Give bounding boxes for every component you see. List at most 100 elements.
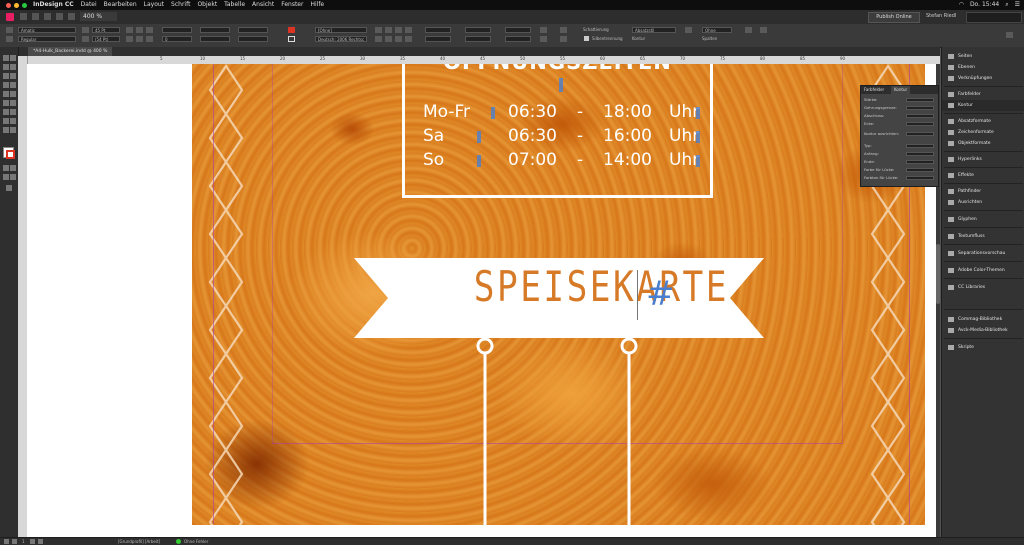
- menu-objekt[interactable]: Objekt: [197, 0, 217, 10]
- clock[interactable]: Do. 15:44: [970, 0, 999, 10]
- menu-ansicht[interactable]: Ansicht: [252, 0, 274, 10]
- control-panel-menu-icon[interactable]: [1006, 32, 1013, 38]
- speisekarte-title[interactable]: SPEISEKARTE: [474, 262, 727, 311]
- hyphenation-checkbox[interactable]: [584, 36, 589, 41]
- screen-mode-tool-icon[interactable]: [6, 185, 12, 191]
- zoom-tool-icon[interactable]: [10, 127, 16, 133]
- panel-swatches[interactable]: Farbfelder: [942, 89, 1024, 100]
- justify-icon[interactable]: [405, 27, 412, 33]
- arrange-documents-icon[interactable]: [68, 13, 75, 20]
- hours-row-saturday[interactable]: Sa 06:30 - 16:00 Uhr: [423, 126, 713, 148]
- drop-cap-chars-icon[interactable]: [540, 36, 547, 42]
- corner-buttons[interactable]: [906, 122, 934, 126]
- end-select[interactable]: [906, 160, 934, 164]
- first-page-icon[interactable]: [4, 539, 9, 544]
- direct-selection-tool-icon[interactable]: [10, 55, 16, 61]
- superscript-icon[interactable]: [136, 27, 143, 33]
- minibridge-icon[interactable]: [32, 13, 39, 20]
- gap-tint-input[interactable]: [906, 176, 934, 180]
- last-line-indent-input[interactable]: [465, 36, 491, 42]
- hand-tool-icon[interactable]: [3, 127, 9, 133]
- zoom-window-button[interactable]: [22, 2, 27, 8]
- panel-links[interactable]: Verknüpfungen: [942, 73, 1024, 84]
- content-collector-icon[interactable]: [3, 73, 9, 79]
- panel-hyperlinks[interactable]: Hyperlinks: [942, 154, 1024, 165]
- previous-page-icon[interactable]: [12, 539, 17, 544]
- paragraph-style-select[interactable]: Absatzstil: [632, 27, 676, 33]
- panel-effects[interactable]: Effekte: [942, 170, 1024, 181]
- menu-bearbeiten[interactable]: Bearbeiten: [104, 0, 137, 10]
- numbered-list-icon[interactable]: [560, 36, 567, 42]
- left-indent-input[interactable]: [425, 27, 451, 33]
- bullet-list-icon[interactable]: [560, 27, 567, 33]
- panel-glyphs[interactable]: Glyphen: [942, 214, 1024, 225]
- grid-align-icon[interactable]: [745, 27, 752, 33]
- tab-swatches[interactable]: Farbfelder: [861, 86, 887, 94]
- span-columns-icon[interactable]: [760, 27, 767, 33]
- all-caps-icon[interactable]: [126, 27, 133, 33]
- start-select[interactable]: [906, 152, 934, 156]
- document-tab[interactable]: *A4-Hulk_Backerei.indd @ 400 %: [28, 47, 113, 56]
- view-options-icon[interactable]: [44, 13, 51, 20]
- last-page-icon[interactable]: [38, 539, 43, 544]
- miter-limit-input[interactable]: [906, 106, 934, 110]
- align-stroke-buttons[interactable]: [906, 132, 934, 136]
- menu-list-icon[interactable]: ☰: [1015, 0, 1020, 10]
- panel-layers[interactable]: Ebenen: [942, 62, 1024, 73]
- language-select[interactable]: Deutsch: 2006 Rechtsc: [315, 36, 367, 42]
- menu-hilfe[interactable]: Hilfe: [310, 0, 324, 10]
- cap-buttons[interactable]: [906, 114, 934, 118]
- type-tool-icon[interactable]: [10, 73, 16, 79]
- apply-color-icon[interactable]: [3, 174, 9, 180]
- tab-stroke[interactable]: Kontur: [891, 86, 911, 94]
- panel-commag-library[interactable]: Commag-Bibliothek: [942, 314, 1024, 325]
- gap-tool-icon[interactable]: [10, 64, 16, 70]
- menu-datei[interactable]: Datei: [81, 0, 97, 10]
- strikethrough-icon[interactable]: [146, 36, 153, 42]
- line-tool-icon[interactable]: [3, 82, 9, 88]
- panel-avck-media-library[interactable]: Avck-Media-Bibliothek: [942, 325, 1024, 336]
- drop-cap-lines-icon[interactable]: [540, 27, 547, 33]
- panel-pages[interactable]: Seiten: [942, 51, 1024, 62]
- free-transform-tool-icon[interactable]: [3, 109, 9, 115]
- columns-icon[interactable]: [685, 27, 692, 33]
- formatting-text-icon[interactable]: [10, 165, 16, 171]
- selection-tool-icon[interactable]: [3, 55, 9, 61]
- small-caps-icon[interactable]: [126, 36, 133, 42]
- skew-input[interactable]: [238, 36, 268, 42]
- zoom-level-select[interactable]: 400 %: [80, 12, 117, 21]
- pen-tool-icon[interactable]: [10, 82, 16, 88]
- space-before-input[interactable]: [505, 27, 531, 33]
- gradient-tool-icon[interactable]: [10, 109, 16, 115]
- stroke-swatch[interactable]: [6, 150, 15, 159]
- app-menu[interactable]: InDesign CC: [33, 0, 74, 10]
- horizontal-scale-input[interactable]: [200, 36, 230, 42]
- search-icon[interactable]: ⌕: [1005, 0, 1008, 10]
- screen-mode-icon[interactable]: [56, 13, 63, 20]
- character-formatting-icon[interactable]: [6, 27, 13, 33]
- page-tool-icon[interactable]: [3, 64, 9, 70]
- wifi-icon[interactable]: ◠: [959, 0, 964, 10]
- rectangle-frame-tool-icon[interactable]: [10, 91, 16, 97]
- preflight-status-icon[interactable]: [176, 539, 181, 544]
- panel-separations-preview[interactable]: Separationsvorschau: [942, 248, 1024, 259]
- paragraph-formatting-icon[interactable]: [6, 36, 13, 42]
- font-style-select[interactable]: Regular: [18, 36, 76, 42]
- menu-tabelle[interactable]: Tabelle: [224, 0, 245, 10]
- user-account[interactable]: Stefan Riedl: [926, 12, 956, 21]
- document-canvas[interactable]: ÖFFNUNGSZEITEN Mo-Fr 06:30 - 18:00 Uhr S…: [27, 64, 940, 537]
- character-style-select[interactable]: [Ohne]: [315, 27, 367, 33]
- space-after-input[interactable]: [505, 36, 531, 42]
- leading-input[interactable]: (54 Pt): [92, 36, 120, 42]
- hyphenation-label[interactable]: Silbentrennung: [592, 36, 623, 42]
- menu-schrift[interactable]: Schrift: [171, 0, 190, 10]
- apply-none-icon[interactable]: [10, 174, 16, 180]
- panel-paragraph-styles[interactable]: Absatzformate: [942, 116, 1024, 127]
- panel-align[interactable]: Ausrichten: [942, 197, 1024, 208]
- next-page-icon[interactable]: [30, 539, 35, 544]
- underline-icon[interactable]: [146, 27, 153, 33]
- baseline-shift-input[interactable]: [238, 27, 268, 33]
- hours-row-sunday[interactable]: So 07:00 - 14:00 Uhr: [423, 150, 713, 172]
- kerning-input[interactable]: [162, 27, 192, 33]
- panel-stroke[interactable]: Kontur: [942, 100, 1024, 111]
